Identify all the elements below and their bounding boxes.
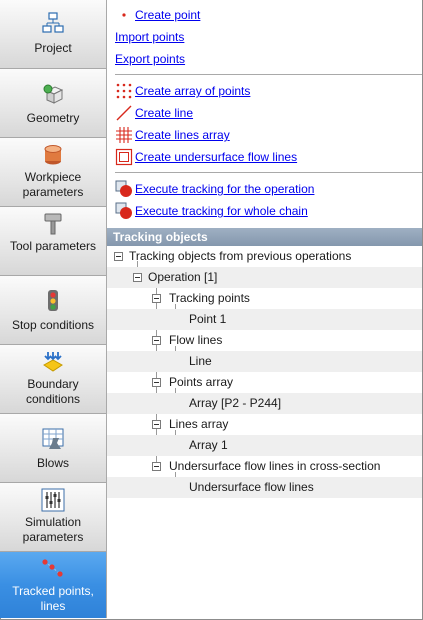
tree-row-undersurface-section[interactable]: Undersurface flow lines in cross-section [107,456,422,477]
tree-label: Flow lines [169,333,223,347]
tree-label: Array [P2 - P244] [189,396,282,410]
tree-row-lines-array[interactable]: Lines array [107,414,422,435]
import-points-link[interactable]: Import points [115,30,184,44]
nav-item-stop-conditions[interactable]: Stop conditions [0,276,106,345]
nav-item-tracked-points[interactable]: Tracked points, lines [0,552,106,618]
tree-row-root[interactable]: Tracking objects from previous operation… [107,246,422,267]
execute-tracking-icon [115,180,132,197]
nav-label-tool: Tool parameters [9,239,97,253]
tree-label: Array 1 [189,438,228,452]
tree-row-array-p2[interactable]: Array [P2 - P244] [107,393,422,414]
create-point-link[interactable]: Create point [135,8,200,22]
collapse-toggle[interactable] [152,336,161,345]
nav-item-tool-parameters[interactable]: Tool parameters [0,207,106,276]
collapse-toggle[interactable] [152,462,161,471]
line-icon [116,105,132,121]
separator [115,172,422,173]
execute-chain-link[interactable]: Execute tracking for whole chain [135,204,308,218]
collapse-toggle[interactable] [133,273,142,282]
execute-operation-action[interactable]: Execute tracking for the operation [115,180,314,198]
nav-label-stop: Stop conditions [11,318,95,332]
tree-label: Tracking points [169,291,250,305]
execute-chain-icon [115,202,132,219]
nav-label-boundary: Boundary conditions [25,377,81,406]
create-lines-array-link[interactable]: Create lines array [135,128,230,142]
nav-label-tracked: Tracked points, lines [12,584,94,613]
tree-row-points-array[interactable]: Points array [107,372,422,393]
geometry-icon [43,84,64,104]
tree-label: Tracking objects from previous operation… [129,249,352,263]
tree-row-line[interactable]: Line [107,351,422,372]
tree-row-tracking-points[interactable]: Tracking points [107,288,422,309]
execute-chain-action[interactable]: Execute tracking for whole chain [115,202,308,220]
undersurface-icon [115,148,133,166]
tree-label: Undersurface flow lines [189,480,314,494]
tree-row-flow-lines[interactable]: Flow lines [107,330,422,351]
project-icon [42,12,64,33]
nav-label-project: Project [34,41,72,55]
nav-item-geometry[interactable]: Geometry [0,69,106,138]
workpiece-icon [44,145,62,165]
collapse-toggle[interactable] [114,252,123,261]
execute-operation-link[interactable]: Execute tracking for the operation [135,182,314,196]
nav-item-simulation-parameters[interactable]: Simulation parameters [0,483,106,552]
create-array-of-points-action[interactable]: Create array of points [115,82,250,100]
tree-label: Line [189,354,212,368]
tree-row-array-1[interactable]: Array 1 [107,435,422,456]
tree-label: Point 1 [189,312,227,326]
tracked-points-icon [42,559,63,577]
simulation-parameters-icon [41,488,65,512]
create-undersurface-action[interactable]: Create undersurface flow lines [115,148,297,166]
nav-label-blows: Blows [36,456,69,470]
lines-grid-icon [116,127,132,143]
tree-row-undersurface[interactable]: Undersurface flow lines [107,477,422,498]
nav-label-simulation: Simulation parameters [22,515,84,544]
points-grid-icon [116,83,132,99]
create-line-link[interactable]: Create line [135,106,193,120]
blows-icon [42,428,64,449]
tree-label: Lines array [169,417,229,431]
create-point-action[interactable]: Create point [115,6,200,24]
point-icon [122,13,126,17]
tree-row-operation[interactable]: Operation [1] [107,267,422,288]
export-points-link[interactable]: Export points [115,52,185,66]
nav-item-project[interactable]: Project [0,0,106,69]
create-array-of-points-link[interactable]: Create array of points [135,84,250,98]
collapse-toggle[interactable] [152,294,161,303]
tree-label: Operation [1] [148,270,218,284]
export-points-action[interactable]: Export points [115,50,185,68]
nav-item-boundary-conditions[interactable]: Boundary conditions [0,345,106,414]
stop-conditions-icon [48,290,58,311]
tracking-panel: Create point Import points Export points… [107,0,422,618]
nav-label-geometry: Geometry [26,111,80,125]
nav-item-blows[interactable]: Blows [0,414,106,483]
sidebar-nav: Project Geometry Workpiece parameters To… [0,0,107,618]
boundary-conditions-icon [43,352,63,372]
create-lines-array-action[interactable]: Create lines array [115,126,230,144]
tree-label: Undersurface flow lines in cross-section [169,459,381,473]
tool-icon [44,213,62,235]
create-undersurface-link[interactable]: Create undersurface flow lines [135,150,297,164]
separator [115,74,422,75]
tree-row-point-1[interactable]: Point 1 [107,309,422,330]
nav-item-workpiece-parameters[interactable]: Workpiece parameters [0,138,106,207]
create-line-action[interactable]: Create line [115,104,193,122]
nav-label-workpiece: Workpiece parameters [22,170,84,199]
tree-label: Points array [169,375,234,389]
collapse-toggle[interactable] [152,378,161,387]
import-points-action[interactable]: Import points [115,28,184,46]
tracking-objects-header: Tracking objects [107,228,422,246]
collapse-toggle[interactable] [152,420,161,429]
